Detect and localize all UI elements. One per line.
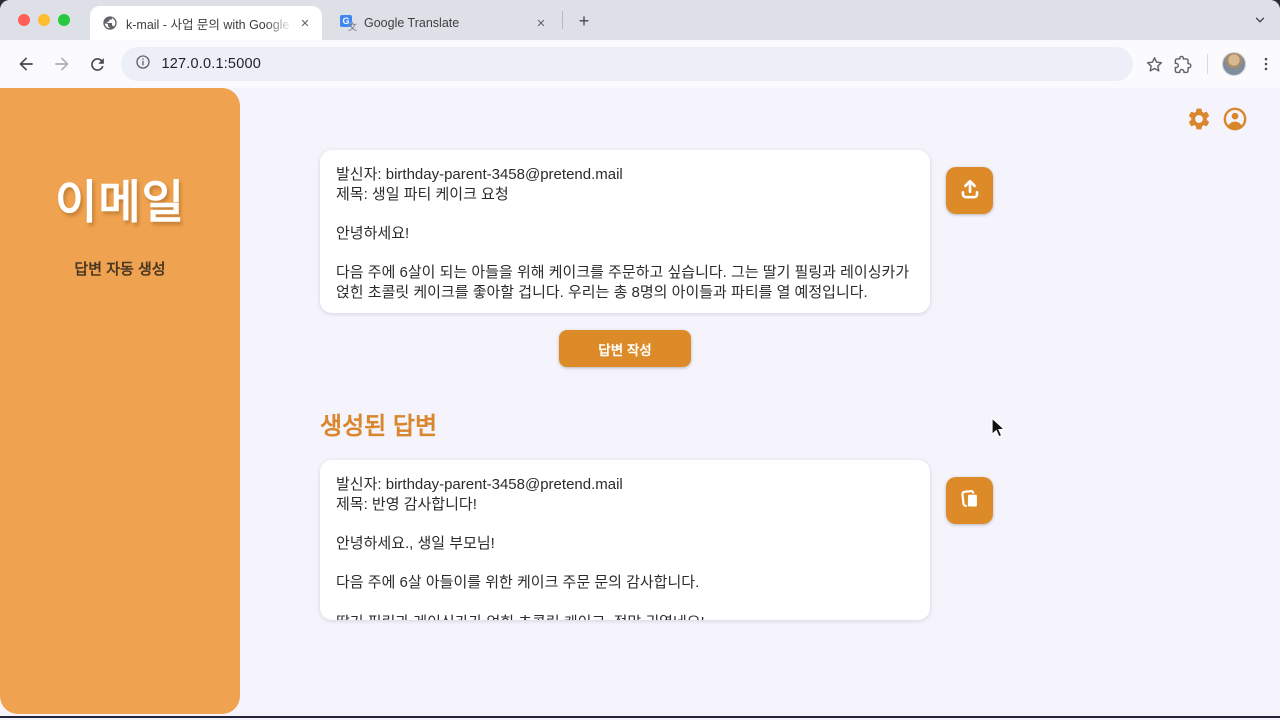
tab-kmail[interactable]: k-mail - 사업 문의 with Google ✕	[90, 6, 322, 40]
tab-strip: k-mail - 사업 문의 with Google ✕ G文 Google T…	[0, 0, 1280, 40]
new-tab-button[interactable]: +	[572, 9, 596, 33]
back-icon[interactable]	[12, 50, 40, 78]
menu-kebab-icon[interactable]	[1252, 50, 1280, 78]
zoom-window-button[interactable]	[58, 14, 70, 26]
gear-icon[interactable]	[1186, 106, 1212, 137]
translate-icon: G文	[340, 15, 356, 31]
address-bar[interactable]: 127.0.0.1:5000	[121, 47, 1133, 81]
reload-icon[interactable]	[84, 50, 112, 78]
spacer	[336, 244, 914, 264]
account-icon[interactable]	[1222, 106, 1248, 137]
upload-button[interactable]	[946, 167, 993, 214]
chevron-down-icon[interactable]	[1248, 8, 1272, 32]
tab-title: Google Translate	[364, 16, 532, 30]
copy-button[interactable]	[946, 477, 993, 524]
mouse-cursor	[991, 417, 1008, 446]
app-title: 이메일	[0, 166, 240, 232]
email-from: 발신자: birthday-parent-3458@pretend.mail	[336, 165, 914, 185]
minimize-window-button[interactable]	[38, 14, 50, 26]
email-body: 다음 주에 6살 아들이를 위한 케이크 주문 문의 감사합니다.	[336, 573, 914, 593]
toolbar-divider	[1207, 54, 1208, 74]
spacer	[336, 514, 914, 534]
toolbar-right	[1141, 50, 1280, 78]
browser-toolbar: 127.0.0.1:5000	[0, 40, 1280, 88]
forward-icon[interactable]	[48, 50, 76, 78]
tab-google-translate[interactable]: G文 Google Translate ✕	[330, 6, 558, 40]
incoming-email-card: 발신자: birthday-parent-3458@pretend.mail 제…	[320, 150, 930, 313]
tab-title: k-mail - 사업 문의 with Google	[126, 14, 296, 33]
url-text[interactable]: 127.0.0.1:5000	[161, 56, 261, 72]
page-content: 이메일 답변 자동 생성 발신자: birthday-parent-3458@p…	[0, 88, 1280, 718]
generated-email-card: 발신자: birthday-parent-3458@pretend.mail 제…	[320, 460, 930, 620]
email-subject: 제목: 반영 감사합니다!	[336, 495, 914, 515]
copy-icon	[957, 486, 983, 515]
email-from: 발신자: birthday-parent-3458@pretend.mail	[336, 475, 914, 495]
spacer	[336, 204, 914, 224]
spacer	[336, 554, 914, 574]
tab-divider	[562, 11, 563, 29]
email-greeting: 안녕하세요., 생일 부모님!	[336, 534, 914, 554]
window-bottom-edge	[0, 716, 1280, 718]
upload-icon	[957, 176, 983, 205]
email-body-clipped: 딸기 필링과 레이싱카가 얹힌 초콜릿 케이크, 정말 귀엽네요!	[336, 613, 914, 620]
globe-icon	[102, 15, 118, 31]
close-icon[interactable]: ✕	[296, 14, 314, 32]
email-body: 다음 주에 6살이 되는 아들을 위해 케이크를 주문하고 싶습니다. 그는 딸…	[336, 263, 914, 302]
profile-avatar[interactable]	[1222, 52, 1246, 76]
bookmark-star-icon[interactable]	[1141, 50, 1169, 78]
close-window-button[interactable]	[18, 14, 30, 26]
generated-reply-heading: 생성된 답변	[320, 406, 437, 441]
browser-window: k-mail - 사업 문의 with Google ✕ G文 Google T…	[0, 0, 1280, 720]
compose-reply-button[interactable]: 답변 작성	[559, 330, 691, 367]
app-subtitle: 답변 자동 생성	[0, 258, 240, 279]
sidebar: 이메일 답변 자동 생성	[0, 88, 240, 714]
extensions-icon[interactable]	[1169, 50, 1197, 78]
site-info-icon[interactable]	[135, 54, 151, 75]
email-subject: 제목: 생일 파티 케이크 요청	[336, 185, 914, 205]
close-icon[interactable]: ✕	[532, 14, 550, 32]
spacer	[336, 593, 914, 613]
email-greeting: 안녕하세요!	[336, 224, 914, 244]
